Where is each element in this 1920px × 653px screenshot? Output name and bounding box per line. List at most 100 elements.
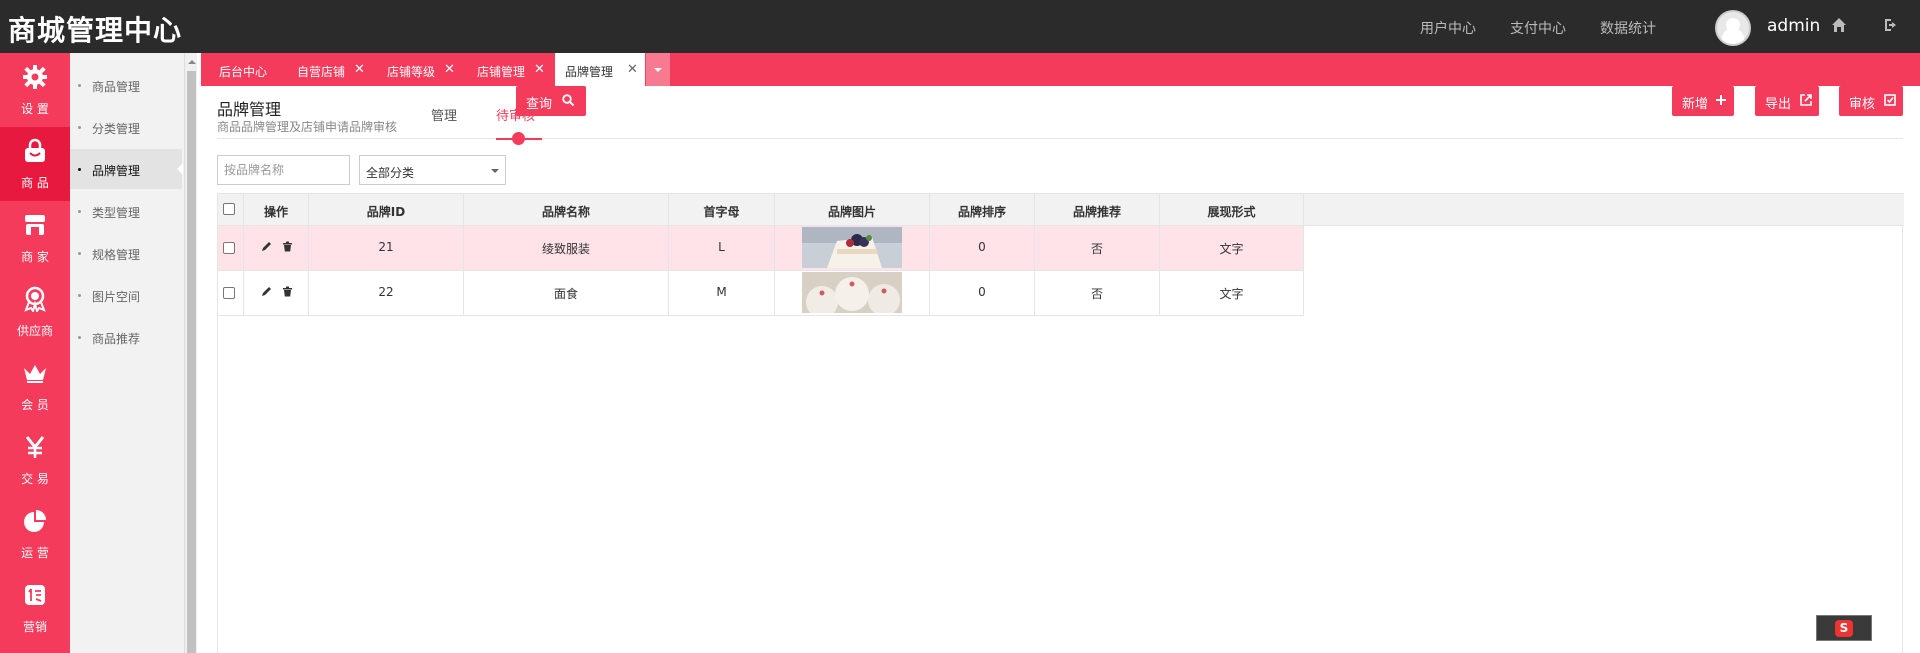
submenu-item-image-space[interactable]: 图片空间	[70, 275, 182, 315]
column-header: 品牌推荐	[1035, 194, 1160, 225]
category-select[interactable]: 全部分类	[359, 155, 506, 185]
sidebar-item-operation[interactable]: 运 营	[0, 497, 70, 571]
tab-store-manage[interactable]: 店铺管理 ✕	[459, 53, 549, 86]
shopping-bag-icon	[25, 138, 45, 162]
brand-id-cell: 21	[309, 226, 464, 270]
award-ribbon-icon	[24, 286, 46, 312]
sidebar-item-supplier[interactable]: 供应商	[0, 275, 70, 349]
tab-label: 品牌管理	[565, 65, 614, 79]
tab-dropdown-button[interactable]	[646, 53, 670, 86]
trash-icon[interactable]	[282, 286, 293, 297]
nav-payment-center[interactable]: 支付中心	[1510, 18, 1566, 38]
brand-image[interactable]	[802, 227, 902, 268]
brand-name-cell: 绫致服装	[464, 226, 669, 270]
nav-statistics[interactable]: 数据统计	[1600, 18, 1656, 38]
page-title: 品牌管理	[217, 100, 282, 119]
sidebar-item-label: 营销	[22, 620, 47, 634]
row-checkbox[interactable]	[223, 287, 235, 299]
brand-image[interactable]	[802, 272, 902, 313]
brand-search-input[interactable]	[217, 155, 350, 185]
brand-recommend-cell: 否	[1035, 271, 1160, 315]
brand-recommend-cell: 否	[1035, 226, 1160, 270]
sidebar-item-label: 会 员	[21, 398, 49, 412]
table-row[interactable]: 22 面食 M 0 否 文字	[218, 271, 1304, 316]
submenu-item-label: 类型管理	[92, 206, 141, 220]
check-square-icon	[1884, 94, 1896, 106]
select-cell	[218, 226, 244, 270]
close-icon[interactable]: ✕	[354, 62, 365, 77]
store-icon	[25, 215, 45, 235]
sogou-ime-icon[interactable]: S	[1835, 620, 1853, 637]
tab-label: 自营店铺	[297, 65, 346, 79]
chevron-down-icon	[491, 169, 499, 177]
export-button[interactable]: 导出	[1755, 86, 1819, 116]
logout-icon[interactable]	[1882, 16, 1900, 34]
query-button[interactable]: 查询	[516, 86, 586, 116]
avatar[interactable]	[1715, 10, 1751, 46]
scroll-up-icon[interactable]	[188, 56, 196, 64]
close-icon[interactable]: ✕	[444, 62, 455, 77]
column-header: 首字母	[669, 194, 775, 225]
sidebar-item-settings[interactable]: 设 置	[0, 53, 70, 127]
submenu-item-label: 商品管理	[92, 80, 141, 94]
brand-initial-cell: L	[669, 226, 775, 270]
select-all-checkbox[interactable]	[223, 203, 235, 215]
promo-icon	[25, 585, 45, 605]
main-content: 品牌管理 商品品牌管理及店铺申请品牌审核 管理 待审核 全部分类 查询 新增 导…	[201, 86, 1920, 653]
category-select-value: 全部分类	[366, 166, 415, 180]
sidebar-item-merchant[interactable]: 商 家	[0, 201, 70, 275]
close-icon[interactable]: ✕	[627, 62, 638, 77]
sidebar-item-goods[interactable]: 商 品	[0, 127, 70, 201]
plus-icon	[1716, 95, 1726, 105]
sidebar-item-label: 运 营	[21, 546, 49, 560]
submenu-item-brand[interactable]: 品牌管理	[70, 149, 183, 189]
tab-self-store[interactable]: 自营店铺 ✕	[279, 53, 369, 86]
brand-sort-cell: 0	[930, 226, 1035, 270]
column-header: 操作	[244, 194, 309, 225]
review-button[interactable]: 审核	[1839, 86, 1903, 116]
tab-label: 后台中心	[219, 65, 268, 79]
bullet-icon	[78, 252, 81, 255]
edit-icon[interactable]	[261, 241, 272, 252]
table-header: 操作 品牌ID 品牌名称 首字母 品牌图片 品牌排序 品牌推荐 展现形式	[218, 193, 1904, 226]
trash-icon[interactable]	[282, 241, 293, 252]
submenu-item-label: 分类管理	[92, 122, 141, 136]
column-header: 品牌ID	[309, 194, 464, 225]
brand-table: 操作 品牌ID 品牌名称 首字母 品牌图片 品牌排序 品牌推荐 展现形式 21 …	[217, 193, 1904, 653]
sidebar-item-marketing[interactable]: 营销	[0, 571, 70, 645]
row-checkbox[interactable]	[223, 242, 235, 254]
submenu-scrollbar[interactable]	[184, 53, 197, 653]
sidebar-item-label: 供应商	[16, 324, 53, 338]
bullet-icon	[78, 126, 81, 129]
main-sidebar: 设 置 商 品 商 家 供应商 会 员 交 易 运 营 营销	[0, 53, 70, 653]
ime-toolbar[interactable]: S	[1816, 615, 1872, 641]
tab-brand-manage[interactable]: 品牌管理 ✕	[555, 53, 645, 86]
top-bar: 商城管理中心 用户中心 支付中心 数据统计 admin	[0, 0, 1920, 53]
brand-name-cell: 面食	[464, 271, 669, 315]
page-subtitle: 商品品牌管理及店铺申请品牌审核	[217, 120, 398, 134]
bullet-icon	[78, 168, 81, 171]
submenu-item-goods-manage[interactable]: 商品管理	[70, 65, 182, 105]
submenu-item-recommend[interactable]: 商品推荐	[70, 317, 182, 357]
submenu-item-spec[interactable]: 规格管理	[70, 233, 182, 273]
table-row[interactable]: 21 绫致服装 L 0 否 文字	[218, 226, 1304, 271]
yen-icon	[25, 436, 45, 458]
home-icon[interactable]	[1830, 16, 1848, 34]
username: admin	[1767, 16, 1821, 36]
sidebar-item-trade[interactable]: 交 易	[0, 423, 70, 497]
bullet-icon	[78, 84, 81, 87]
close-icon[interactable]: ✕	[534, 62, 545, 77]
nav-user-center[interactable]: 用户中心	[1420, 18, 1476, 38]
submenu-item-type[interactable]: 类型管理	[70, 191, 182, 231]
tab-dashboard[interactable]: 后台中心	[201, 53, 279, 86]
scrollbar-thumb[interactable]	[187, 71, 196, 653]
edit-icon[interactable]	[261, 286, 272, 297]
bullet-icon	[78, 336, 81, 339]
sidebar-item-member[interactable]: 会 员	[0, 349, 70, 423]
submenu-item-category[interactable]: 分类管理	[70, 107, 182, 147]
button-label: 查询	[526, 97, 553, 112]
tab-store-level[interactable]: 店铺等级 ✕	[369, 53, 459, 86]
add-button[interactable]: 新增	[1672, 86, 1734, 116]
submenu-item-label: 品牌管理	[92, 164, 141, 178]
subtab-manage[interactable]: 管理	[431, 105, 457, 124]
